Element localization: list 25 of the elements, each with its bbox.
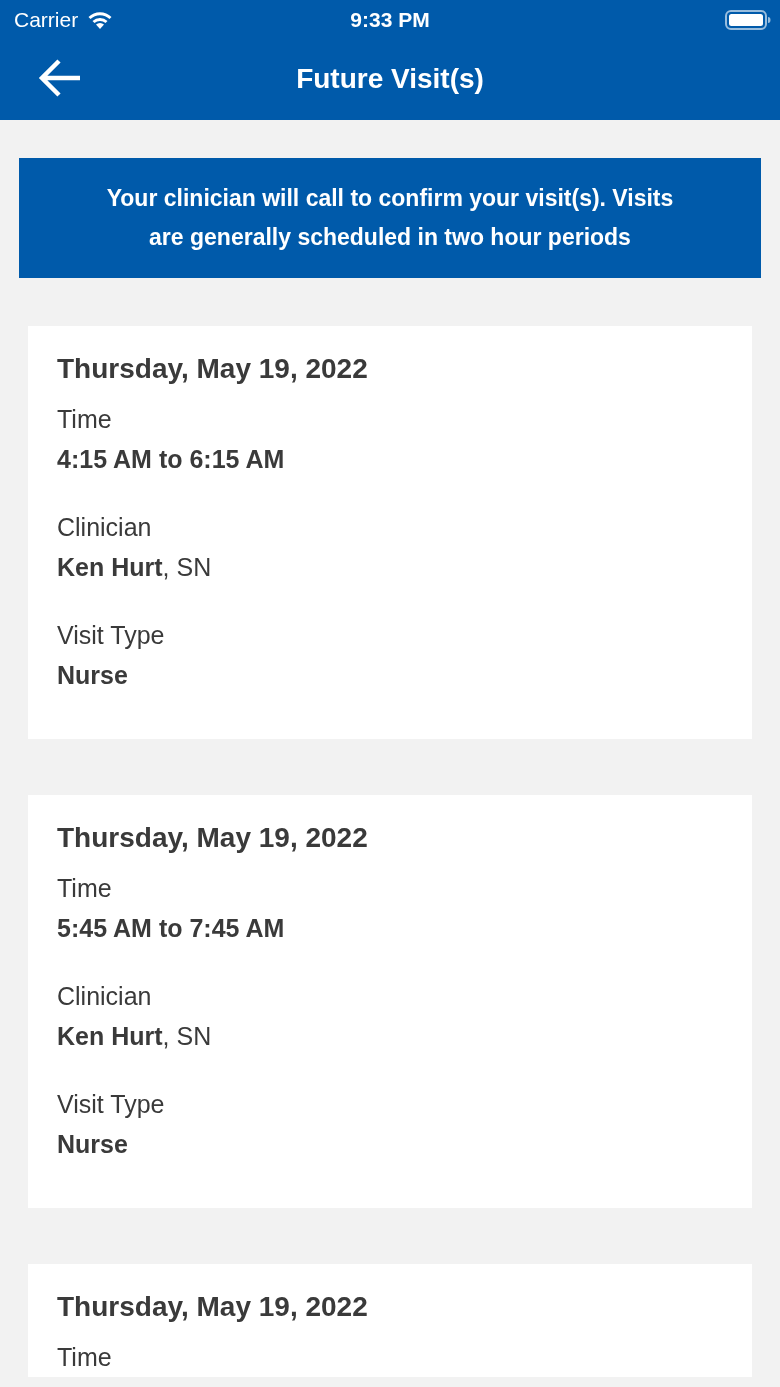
status-time: 9:33 PM	[350, 8, 430, 32]
field-label: Time	[57, 873, 112, 904]
screen-title: Future Visit(s)	[296, 62, 484, 95]
field-value: 5:45 AM to 7:45 AM	[57, 913, 285, 944]
field-label: Clinician	[57, 512, 152, 543]
visit-card[interactable]: Thursday, May 19, 2022 Time 5:45 AM to 7:45 AM Clinician Ken Hurt, SN Visit Type Nurse	[28, 795, 752, 1208]
battery-icon	[725, 10, 771, 30]
visit-date: Thursday, May 19, 2022	[57, 821, 368, 855]
visit-card[interactable]: Thursday, May 19, 2022 Time	[28, 1264, 752, 1377]
field-label: Time	[57, 1342, 112, 1373]
field-value: Nurse	[57, 1129, 128, 1160]
field-value: 4:15 AM to 6:15 AM	[57, 444, 285, 475]
visit-card[interactable]: Thursday, May 19, 2022 Time 4:15 AM to 6:15 AM Clinician Ken Hurt, SN Visit Type Nurse	[28, 326, 752, 739]
field-label: Clinician	[57, 981, 152, 1012]
field-value: Nurse	[57, 660, 128, 691]
back-arrow-icon	[38, 58, 82, 98]
visit-date: Thursday, May 19, 2022	[57, 352, 368, 386]
field-value: Ken Hurt, SN	[57, 1021, 212, 1052]
banner-text: Your clinician will call to confirm your visit(s). Visits are generally scheduled in two hour periods	[105, 184, 675, 252]
field-label: Visit Type	[57, 1089, 165, 1120]
field-label: Visit Type	[57, 620, 165, 651]
field-label: Time	[57, 404, 112, 435]
visit-date: Thursday, May 19, 2022	[57, 1290, 368, 1324]
field-value: Ken Hurt, SN	[57, 552, 212, 583]
carrier-label: Carrier	[14, 8, 79, 32]
